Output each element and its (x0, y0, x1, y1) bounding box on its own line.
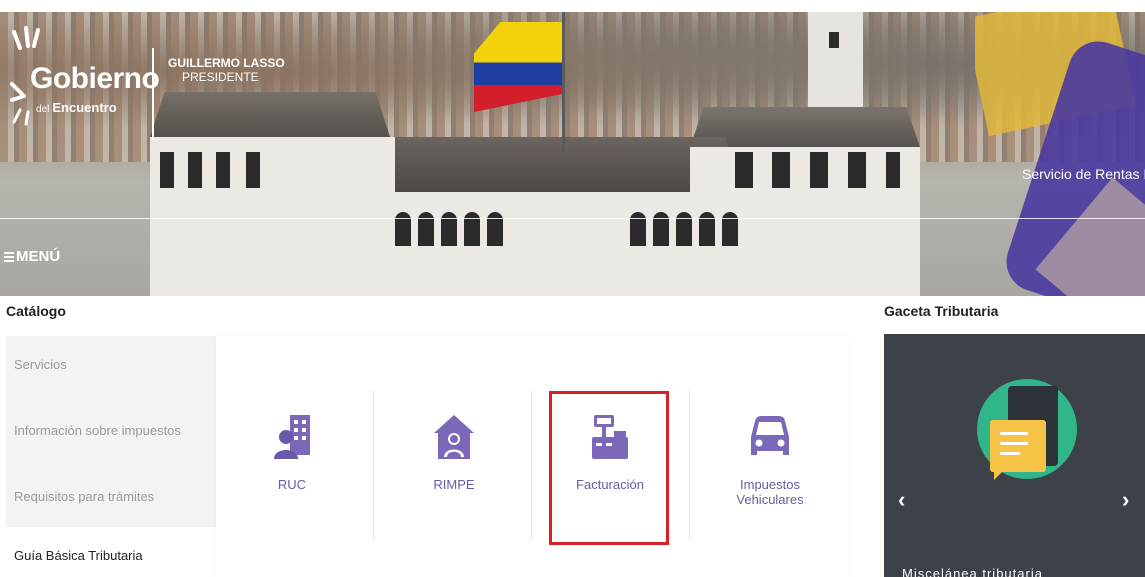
hero-banner: Gobierno del Encuentro GUILLERMO LASSO PR… (0, 12, 1145, 296)
decorative-shapes (975, 12, 1145, 296)
gaceta-carousel[interactable]: ‹ › Miscelánea tributaria (884, 334, 1145, 577)
window (246, 152, 260, 188)
president-name: GUILLERMO LASSO (168, 56, 285, 70)
gaceta-title: Gaceta Tributaria (884, 303, 999, 319)
card-impuestos-label: Impuestos Vehiculares (708, 477, 832, 507)
side-item-informacion-impuestos[interactable]: Información sobre impuestos (14, 423, 181, 438)
card-separator (373, 390, 374, 540)
building-user-icon (274, 415, 310, 459)
card-impuestos-label-line2: Vehiculares (736, 492, 804, 507)
header-divider (0, 218, 1145, 219)
menu-button[interactable]: MENÚ (4, 248, 60, 265)
chat-bubble-tail (994, 470, 1004, 480)
facturacion-highlight (549, 391, 669, 545)
carousel-next-icon[interactable]: › (1122, 487, 1129, 513)
house-user-icon (434, 415, 474, 459)
window (848, 152, 866, 188)
building-wall-left (150, 137, 395, 296)
gaceta-caption[interactable]: Miscelánea tributaria (902, 566, 1043, 577)
roof-main (380, 137, 740, 192)
card-ruc[interactable]: RUC (230, 413, 354, 492)
flagpole (562, 12, 565, 152)
window (886, 152, 900, 188)
roof-left (150, 92, 390, 137)
card-rimpe-label: RIMPE (433, 477, 475, 492)
chat-bubble-icon (990, 420, 1046, 472)
president-title: PRESIDENTE (182, 70, 259, 84)
tower-window (829, 32, 839, 48)
window (188, 152, 202, 188)
card-impuestos-label-line1: Impuestos (740, 477, 800, 492)
logo-divider (152, 48, 154, 140)
window (216, 152, 230, 188)
window (772, 152, 790, 188)
card-separator (689, 390, 690, 540)
window (160, 152, 174, 188)
side-item-servicios[interactable]: Servicios (14, 357, 67, 372)
side-item-guia-basica[interactable]: Guía Básica Tributaria (14, 548, 143, 563)
side-item-requisitos-tramites[interactable]: Requisitos para trámites (14, 489, 154, 504)
institution-name[interactable]: Servicio de Rentas Intern (1022, 166, 1145, 182)
bubble-line (1000, 452, 1020, 455)
hamburger-icon (4, 250, 14, 264)
bubble-line (1000, 442, 1028, 445)
logo-subtitle: del Encuentro (36, 100, 117, 115)
card-rimpe[interactable]: RIMPE (392, 413, 516, 492)
card-separator (531, 390, 532, 540)
bubble-line (1000, 432, 1028, 435)
logo-subtitle-main: Encuentro (52, 100, 117, 115)
menu-label: MENÚ (16, 248, 61, 265)
logo-subtitle-small: del (36, 104, 50, 115)
window (735, 152, 753, 188)
window (810, 152, 828, 188)
bell-tower (808, 12, 863, 122)
card-ruc-label: RUC (277, 477, 307, 492)
car-icon (751, 416, 789, 455)
carousel-prev-icon[interactable]: ‹ (898, 487, 905, 513)
card-impuestos-vehiculares[interactable]: Impuestos Vehiculares (708, 413, 832, 507)
logo-title: Gobierno (30, 62, 160, 95)
gobierno-logo[interactable]: Gobierno del Encuentro (6, 14, 160, 126)
catalog-title: Catálogo (6, 303, 66, 319)
